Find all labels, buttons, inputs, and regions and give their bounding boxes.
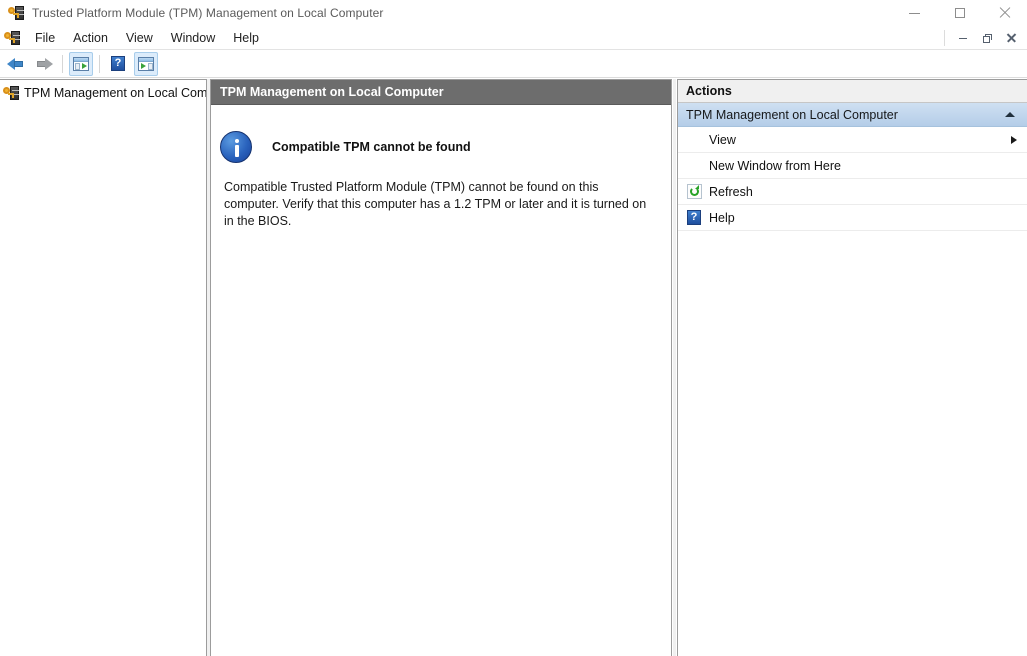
actions-section-header[interactable]: TPM Management on Local Computer	[678, 103, 1027, 127]
icon-slot	[684, 158, 704, 174]
action-item-refresh[interactable]: Refresh	[678, 179, 1027, 205]
info-message-body: Compatible Trusted Platform Module (TPM)…	[224, 180, 647, 228]
divider	[62, 54, 63, 73]
arrow-left-icon	[7, 56, 25, 72]
toolbar: ?	[0, 50, 1027, 78]
splitter-center-actions[interactable]	[673, 79, 676, 656]
tpm-key-chip-icon	[4, 30, 20, 46]
action-pane-icon	[138, 56, 154, 71]
action-item-help[interactable]: ? Help	[678, 205, 1027, 231]
back-button[interactable]	[4, 52, 28, 76]
information-icon	[220, 131, 252, 163]
info-message-title: Compatible TPM cannot be found	[272, 140, 471, 154]
window-close-button[interactable]	[982, 0, 1027, 26]
minimize-icon	[909, 12, 920, 14]
maximize-icon	[954, 8, 965, 18]
icon-slot	[684, 184, 704, 200]
menu-item-window[interactable]: Window	[162, 28, 224, 48]
page-title: TPM Management on Local Computer	[220, 85, 444, 99]
divider	[944, 30, 945, 46]
help-icon: ?	[111, 56, 125, 71]
close-icon	[999, 7, 1011, 19]
window-controls	[892, 0, 1027, 26]
tpm-key-chip-icon	[8, 5, 24, 21]
menu-item-action[interactable]: Action	[64, 28, 117, 48]
action-item-label: Refresh	[709, 184, 753, 199]
action-item-new-window-from-here[interactable]: New Window from Here	[678, 153, 1027, 179]
action-item-view[interactable]: View	[678, 127, 1027, 153]
tpm-management-window: Trusted Platform Module (TPM) Management…	[0, 0, 1027, 656]
menu-item-help[interactable]: Help	[224, 28, 268, 48]
action-item-label: Help	[709, 210, 735, 225]
help-icon: ?	[687, 210, 701, 225]
chevron-up-icon[interactable]	[1005, 112, 1015, 117]
tree-item-label: TPM Management on Local Comp	[24, 86, 206, 100]
close-icon	[1006, 33, 1016, 43]
chevron-right-icon	[1011, 135, 1017, 144]
arrow-right-icon	[35, 56, 53, 72]
icon-slot: ?	[684, 210, 704, 226]
divider	[99, 54, 100, 73]
show-hide-console-tree-button[interactable]	[69, 51, 93, 76]
title-bar: Trusted Platform Module (TPM) Management…	[0, 0, 1027, 26]
info-message-row: Compatible TPM cannot be found	[211, 131, 671, 163]
mdi-restore-button[interactable]	[976, 28, 998, 48]
minimize-icon	[959, 37, 967, 39]
action-item-label: New Window from Here	[709, 158, 841, 173]
actions-section-label: TPM Management on Local Computer	[686, 107, 898, 122]
actions-pane: Actions TPM Management on Local Computer…	[677, 79, 1027, 656]
mdi-close-button[interactable]	[1000, 28, 1022, 48]
forward-button[interactable]	[32, 52, 56, 76]
window-title: Trusted Platform Module (TPM) Management…	[32, 6, 384, 20]
actions-pane-title: Actions	[686, 84, 732, 98]
restore-icon	[982, 33, 992, 43]
help-button[interactable]: ?	[106, 52, 130, 76]
show-hide-action-pane-button[interactable]	[134, 51, 158, 76]
tree-item-tpm-management[interactable]: TPM Management on Local Comp	[0, 83, 206, 103]
menu-item-view[interactable]: View	[117, 28, 162, 48]
icon-slot	[684, 132, 704, 148]
console-tree-pane: TPM Management on Local Comp	[0, 79, 207, 656]
mdi-child-window-controls	[938, 28, 1023, 48]
action-item-label: View	[709, 132, 736, 147]
mdi-minimize-button[interactable]	[952, 28, 974, 48]
actions-pane-header: Actions	[678, 80, 1027, 103]
window-maximize-button[interactable]	[937, 0, 982, 26]
refresh-icon	[686, 184, 702, 199]
tpm-node-icon	[3, 85, 19, 101]
console-tree-icon	[73, 56, 89, 71]
window-minimize-button[interactable]	[892, 0, 937, 26]
results-pane: TPM Management on Local Computer Compati…	[210, 79, 672, 656]
results-pane-body: Compatible TPM cannot be found Compatibl…	[211, 131, 671, 230]
menu-bar: File Action View Window Help	[0, 26, 1027, 50]
menu-item-file[interactable]: File	[26, 28, 64, 48]
results-pane-header: TPM Management on Local Computer	[211, 80, 671, 105]
